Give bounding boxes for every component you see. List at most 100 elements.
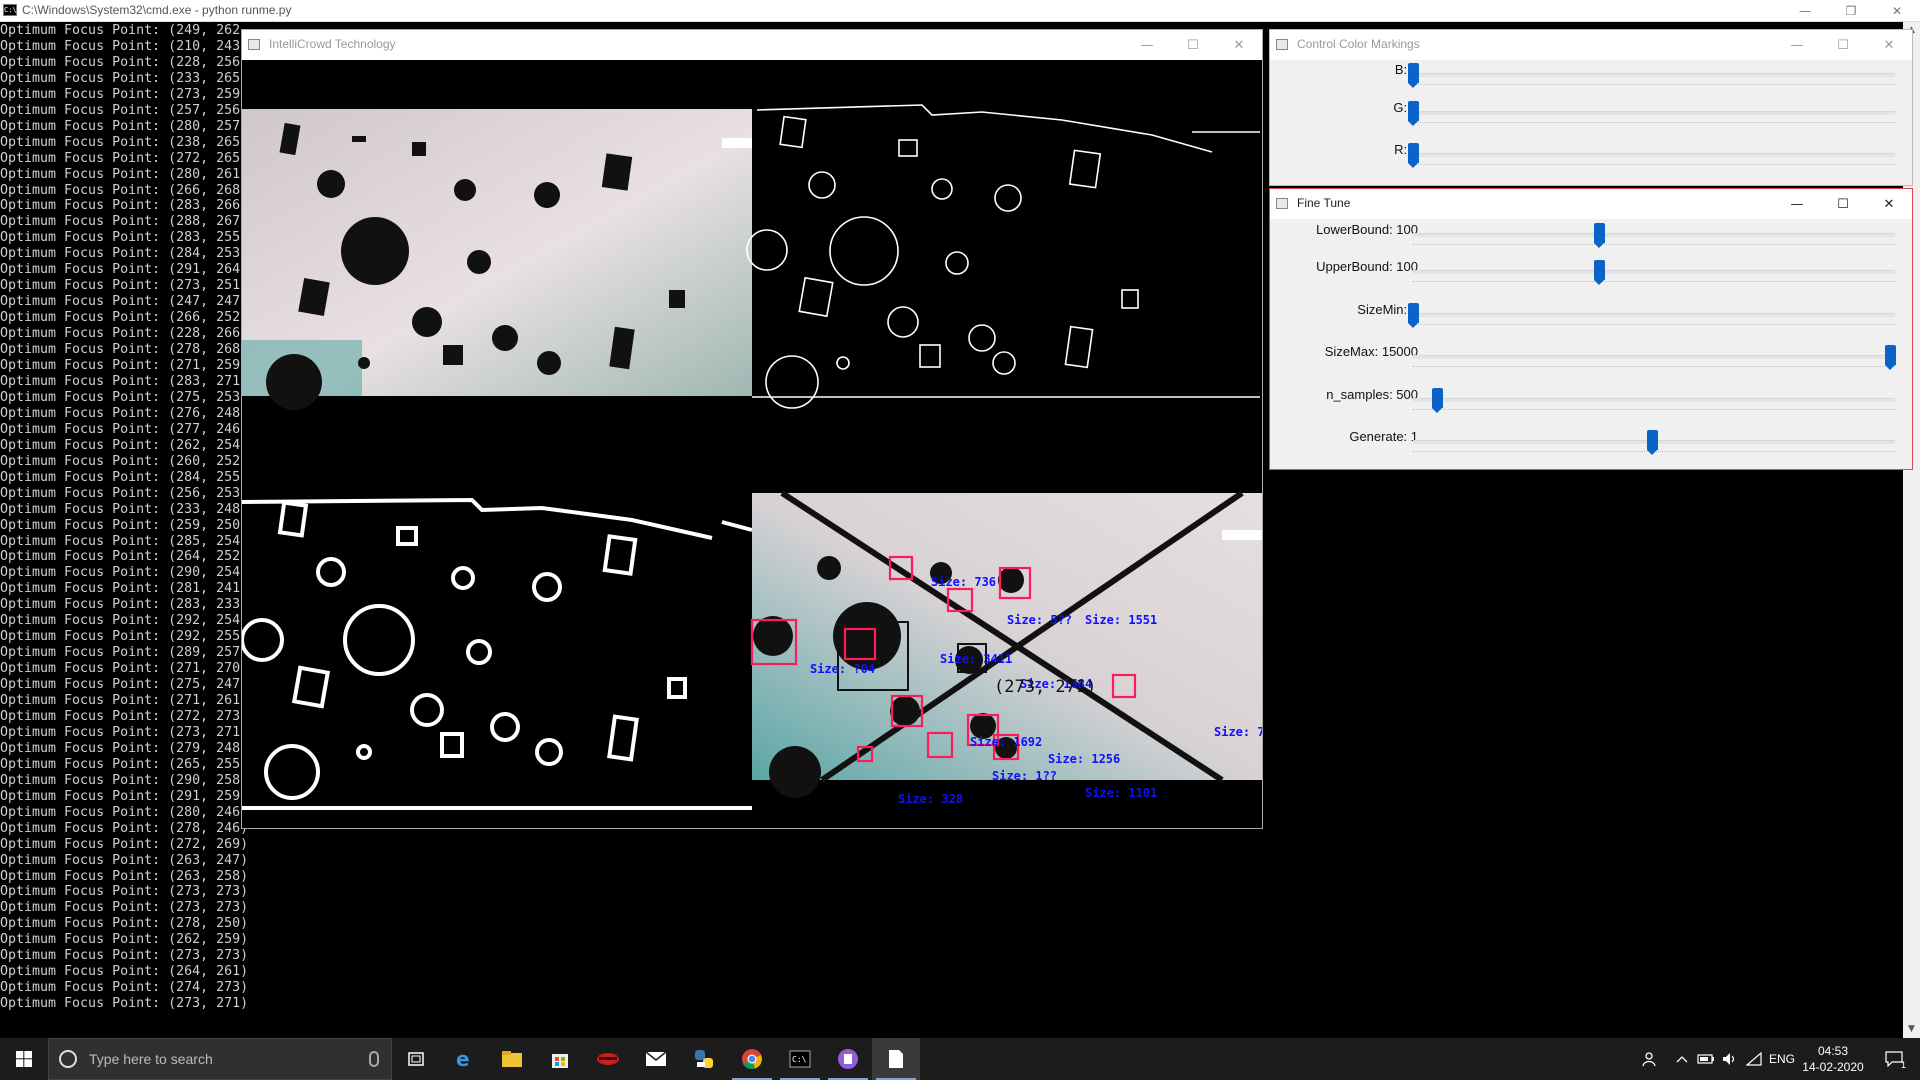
console-line: Optimum Focus Point: (289, 257 (0, 645, 241, 661)
scroll-down-arrow-icon[interactable]: ▼ (1903, 1021, 1920, 1038)
slider-track[interactable] (1413, 313, 1895, 317)
maximize-button[interactable]: ☐ (1820, 30, 1866, 60)
purple-app-icon[interactable] (824, 1038, 872, 1080)
slider-thumb[interactable] (1408, 143, 1419, 168)
console-output: Optimum Focus Point: (249, 262 Optimum Fo… (0, 23, 250, 1023)
console-line: Optimum Focus Point: (271, 259 (0, 358, 241, 374)
console-line: Optimum Focus Point: (291, 264 (0, 262, 241, 278)
slider-thumb[interactable] (1408, 303, 1419, 328)
slider-ticks (1413, 164, 1895, 166)
slider-track[interactable] (1413, 153, 1895, 157)
close-button[interactable]: ✕ (1866, 189, 1912, 219)
slider-thumb[interactable] (1646, 430, 1658, 455)
console-line: Optimum Focus Point: (273, 273) (0, 948, 249, 964)
intellicrowd-title: IntelliCrowd Technology (269, 37, 396, 51)
slider-track[interactable] (1413, 73, 1895, 77)
slider-thumb[interactable] (1408, 101, 1419, 126)
people-icon[interactable] (1636, 1038, 1664, 1080)
ccm-titlebar[interactable]: Control Color Markings — ☐ ✕ (1270, 30, 1912, 60)
console-line: Optimum Focus Point: (272, 265 (0, 150, 241, 166)
slider-ticks (1413, 409, 1895, 411)
console-line: Optimum Focus Point: (273, 271 (0, 724, 241, 740)
wifi-icon[interactable] (1742, 1038, 1766, 1080)
slider-track[interactable] (1413, 355, 1895, 359)
console-line: Optimum Focus Point: (278, 268 (0, 342, 241, 358)
slider-thumb[interactable] (1885, 345, 1896, 370)
slider-track[interactable] (1413, 233, 1895, 237)
slider-label: n_samples: 500 (1326, 387, 1418, 402)
close-button[interactable]: ✕ (1874, 0, 1920, 22)
focus-point-label: (273, 271) (994, 677, 1096, 697)
store-icon[interactable] (536, 1038, 584, 1080)
slider-row: SizeMin: 0 (1270, 302, 1912, 330)
slider-row: SizeMax: 15000 (1270, 344, 1912, 372)
console-line: Optimum Focus Point: (210, 243 (0, 38, 241, 54)
battery-icon[interactable] (1694, 1038, 1718, 1080)
slider-thumb[interactable] (1594, 260, 1606, 285)
intellicrowd-titlebar[interactable]: IntelliCrowd Technology — ☐ ✕ (242, 30, 1262, 60)
console-line: Optimum Focus Point: (272, 273 (0, 708, 241, 724)
slider-thumb[interactable] (1594, 223, 1606, 248)
maximize-button[interactable]: ☐ (1170, 30, 1216, 60)
svg-text:e: e (456, 1048, 470, 1070)
console-line: Optimum Focus Point: (279, 248 (0, 740, 241, 756)
console-line: Optimum Focus Point: (274, 273) (0, 980, 249, 996)
slider-track[interactable] (1413, 398, 1895, 402)
slider-track[interactable] (1413, 270, 1895, 274)
slider-thumb[interactable] (1431, 388, 1443, 413)
slider-track[interactable] (1413, 111, 1895, 115)
console-titlebar: C:\ C:\Windows\System32\cmd.exe - python… (0, 0, 1920, 22)
chevron-up-icon[interactable] (1670, 1038, 1694, 1080)
detection-label: Size: 3411 (940, 652, 1012, 666)
console-line: Optimum Focus Point: (273, 273) (0, 884, 249, 900)
language-indicator[interactable]: ENG (1766, 1038, 1798, 1080)
maximize-button[interactable]: ☐ (1820, 189, 1866, 219)
control-color-markings-window[interactable]: Control Color Markings — ☐ ✕ B: 0 G: 0 R: … (1269, 29, 1913, 186)
start-button[interactable] (0, 1038, 48, 1080)
close-button[interactable]: ✕ (1866, 30, 1912, 60)
app-red-icon[interactable] (584, 1038, 632, 1080)
intellicrowd-window[interactable]: IntelliCrowd Technology — ☐ ✕ Size: 736 … (241, 29, 1263, 829)
search-box[interactable]: Type here to search (48, 1038, 392, 1080)
microphone-icon[interactable] (369, 1051, 379, 1067)
console-line: Optimum Focus Point: (283, 271 (0, 373, 241, 389)
notifications-icon[interactable]: 1 (1876, 1038, 1912, 1080)
console-line: Optimum Focus Point: (263, 247) (0, 852, 249, 868)
minimize-button[interactable]: — (1124, 30, 1170, 60)
slider-thumb[interactable] (1408, 63, 1419, 88)
console-line: Optimum Focus Point: (283, 266 (0, 198, 241, 214)
clock-date: 14-02-2020 (1802, 1060, 1864, 1074)
volume-icon[interactable] (1718, 1038, 1742, 1080)
console-line: Optimum Focus Point: (275, 253 (0, 389, 241, 405)
fine-tune-window[interactable]: Fine Tune — ☐ ✕ LowerBound: 100 UpperBoun… (1269, 188, 1913, 470)
slider-row: UpperBound: 100 (1270, 259, 1912, 287)
minimize-button[interactable]: — (1782, 0, 1828, 22)
fine-tune-titlebar[interactable]: Fine Tune — ☐ ✕ (1270, 189, 1912, 219)
file-explorer-icon[interactable] (488, 1038, 536, 1080)
console-line: Optimum Focus Point: (238, 265 (0, 134, 241, 150)
edge-browser-icon[interactable]: e (440, 1038, 488, 1080)
console-line: Optimum Focus Point: (273, 271) (0, 996, 249, 1012)
restore-button[interactable]: ❐ (1828, 0, 1874, 22)
mail-icon[interactable] (632, 1038, 680, 1080)
terminal-icon[interactable]: C:\ (776, 1038, 824, 1080)
python-icon[interactable] (680, 1038, 728, 1080)
console-line: Optimum Focus Point: (275, 247 (0, 677, 241, 693)
console-line: Optimum Focus Point: (288, 267 (0, 214, 241, 230)
task-view-icon[interactable] (392, 1038, 440, 1080)
console-line: Optimum Focus Point: (266, 252 (0, 310, 241, 326)
chrome-icon[interactable] (728, 1038, 776, 1080)
clock[interactable]: 04:53 14-02-2020 (1798, 1038, 1868, 1080)
document-app-icon[interactable] (872, 1038, 920, 1080)
minimize-button[interactable]: — (1774, 189, 1820, 219)
console-line: Optimum Focus Point: (277, 246 (0, 421, 241, 437)
console-line: Optimum Focus Point: (257, 256 (0, 102, 241, 118)
slider-label: UpperBound: 100 (1316, 259, 1418, 274)
minimize-button[interactable]: — (1774, 30, 1820, 60)
close-button[interactable]: ✕ (1216, 30, 1262, 60)
video-canvas[interactable]: Size: 736 Size: 5?? Size: 1551 Size: ?04… (242, 60, 1262, 828)
console-line: Optimum Focus Point: (233, 248 (0, 501, 241, 517)
console-line: Optimum Focus Point: (271, 270 (0, 661, 241, 677)
detection-label: Size: 736 (931, 575, 996, 589)
console-line: Optimum Focus Point: (233, 265 (0, 70, 241, 86)
